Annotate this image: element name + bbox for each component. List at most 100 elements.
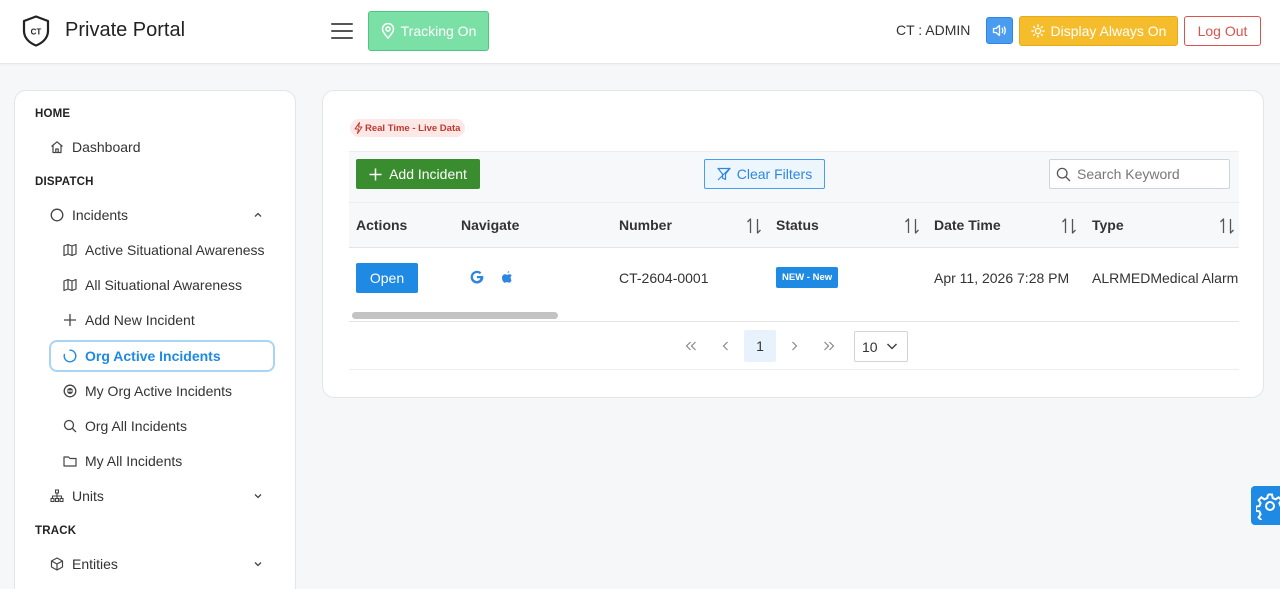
map-icon	[62, 277, 78, 293]
column-status[interactable]: Status	[776, 217, 819, 233]
sidebar-item-units[interactable]: Units	[49, 488, 263, 504]
folder-icon	[62, 453, 78, 469]
logout-button[interactable]: Log Out	[1184, 16, 1261, 46]
page-size-value: 10	[862, 338, 878, 355]
top-bar: CT Private Portal Tracking On CT : ADMIN	[0, 0, 1280, 64]
sort-icon[interactable]	[904, 217, 920, 235]
clear-filters-label: Clear Filters	[736, 166, 813, 182]
add-incident-label: Add Incident	[389, 166, 467, 182]
sun-icon	[1030, 24, 1045, 38]
chevron-down-icon	[886, 343, 898, 350]
settings-button[interactable]	[1251, 486, 1280, 525]
column-number[interactable]: Number	[619, 217, 672, 233]
incident-number: CT-2604-0001	[619, 270, 709, 286]
sidebar-item-label: Dashboard	[72, 139, 141, 155]
realtime-badge: Real Time - Live Data	[350, 119, 466, 137]
shield-logo-icon: CT	[22, 15, 50, 47]
brand-title: Private Portal	[65, 19, 186, 41]
chevron-up-icon	[254, 212, 262, 217]
sidebar-item-label: Add New Incident	[85, 312, 195, 328]
search-icon	[1056, 167, 1071, 181]
incident-datetime: Apr 11, 2026 7:28 PM	[934, 270, 1070, 286]
table-toolbar: Add Incident Clear Filters	[349, 151, 1239, 203]
sound-button[interactable]	[986, 17, 1013, 44]
realtime-label: Real Time - Live Data	[365, 122, 461, 134]
sidebar-item-org-all-incidents[interactable]: Org All Incidents	[62, 418, 187, 434]
sidebar-item-org-active-incidents[interactable]: Org Active Incidents	[49, 340, 275, 372]
search-icon	[62, 418, 78, 434]
lightning-icon	[354, 122, 363, 134]
table-header: Actions Navigate Number Status Date Time…	[349, 203, 1239, 248]
sidebar-item-my-org-active-incidents[interactable]: My Org Active Incidents	[62, 383, 232, 399]
scrollbar-thumb[interactable]	[352, 312, 558, 319]
google-maps-icon[interactable]	[470, 270, 484, 284]
page-size-select[interactable]: 10	[854, 331, 908, 362]
sidebar: HOME Dashboard DISPATCH Incidents Active…	[14, 90, 296, 589]
apple-maps-icon[interactable]	[501, 270, 513, 284]
sidebar-item-label: Units	[72, 488, 104, 504]
incident-type: ALRMEDMedical Alarm	[1092, 270, 1239, 286]
sidebar-item-label: My Org Active Incidents	[85, 383, 233, 399]
section-home: HOME	[35, 108, 71, 120]
svg-text:CT: CT	[31, 28, 42, 37]
map-pin-icon	[381, 23, 394, 39]
sidebar-item-label: My All Incidents	[85, 453, 183, 469]
sidebar-item-dashboard[interactable]: Dashboard	[49, 139, 141, 155]
horizontal-scrollbar[interactable]	[349, 308, 1239, 322]
prev-page-icon[interactable]	[710, 330, 742, 362]
minus-circle-icon	[62, 383, 78, 399]
open-button[interactable]: Open	[356, 263, 418, 293]
table-row: Open CT-2604-0001 NEW - New Apr 11, 2026…	[349, 248, 1239, 308]
chevron-down-icon	[254, 562, 262, 567]
cube-icon	[49, 556, 65, 572]
plus-icon	[62, 312, 78, 328]
clear-filters-button[interactable]: Clear Filters	[704, 159, 825, 189]
section-dispatch: DISPATCH	[35, 176, 94, 188]
sidebar-item-all-situational-awareness[interactable]: All Situational Awareness	[62, 277, 242, 293]
search-input[interactable]	[1077, 166, 1225, 182]
sidebar-item-entities[interactable]: Entities	[49, 556, 263, 572]
filter-slash-icon	[717, 167, 731, 181]
column-navigate: Navigate	[461, 217, 520, 233]
sidebar-item-add-new-incident[interactable]: Add New Incident	[62, 312, 195, 328]
sidebar-item-label: Org All Incidents	[85, 418, 187, 434]
plus-icon	[369, 168, 382, 180]
last-page-icon[interactable]	[813, 330, 845, 362]
page-number[interactable]: 1	[744, 330, 776, 362]
menu-toggle-icon[interactable]	[330, 20, 354, 42]
sort-icon[interactable]	[746, 217, 762, 235]
sitemap-icon	[49, 488, 65, 504]
spinner-icon	[62, 348, 78, 364]
display-always-on-button[interactable]: Display Always On	[1019, 16, 1178, 46]
column-actions: Actions	[356, 217, 408, 233]
sidebar-item-active-situational-awareness[interactable]: Active Situational Awareness	[62, 242, 265, 258]
column-date-time[interactable]: Date Time	[934, 217, 1001, 233]
status-badge: NEW - New	[776, 267, 839, 288]
sidebar-item-label: Entities	[72, 556, 118, 572]
sort-icon[interactable]	[1219, 217, 1235, 235]
gear-icon	[1256, 493, 1280, 520]
pagination: 1 10	[349, 322, 1239, 370]
section-track: TRACK	[35, 525, 77, 537]
add-incident-button[interactable]: Add Incident	[356, 159, 480, 189]
tracking-label: Tracking On	[400, 23, 477, 39]
search-box	[1049, 159, 1230, 189]
tracking-button[interactable]: Tracking On	[368, 11, 489, 51]
user-label: CT : ADMIN	[896, 22, 971, 38]
sidebar-item-my-all-incidents[interactable]: My All Incidents	[62, 453, 182, 469]
column-type[interactable]: Type	[1092, 217, 1124, 233]
incidents-card: Real Time - Live Data Add Incident Clear…	[322, 90, 1264, 398]
home-icon	[49, 139, 65, 155]
sidebar-item-label: All Situational Awareness	[85, 277, 242, 293]
display-label: Display Always On	[1050, 23, 1167, 39]
map-icon	[62, 242, 78, 258]
first-page-icon[interactable]	[675, 330, 707, 362]
sidebar-item-label: Incidents	[72, 207, 129, 223]
sidebar-item-label: Active Situational Awareness	[85, 242, 265, 258]
sort-icon[interactable]	[1061, 217, 1077, 235]
circle-icon	[49, 207, 65, 223]
sidebar-item-label: Org Active Incidents	[85, 348, 221, 364]
next-page-icon[interactable]	[778, 330, 810, 362]
sidebar-item-incidents[interactable]: Incidents	[49, 207, 263, 223]
chevron-down-icon	[254, 494, 262, 499]
